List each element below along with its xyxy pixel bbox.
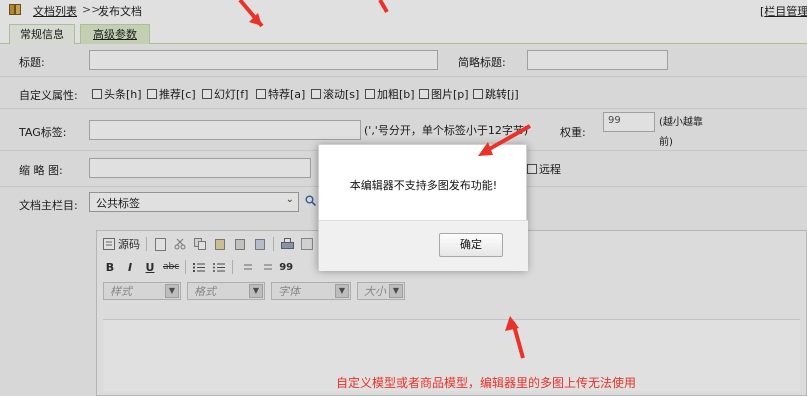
arrow-icon xyxy=(483,124,531,154)
arrow-icon xyxy=(378,0,389,14)
annotation-arrows xyxy=(238,0,531,359)
annotation-text: 自定义模型或者商品模型，编辑器里的多图上传无法使用 xyxy=(336,376,637,390)
